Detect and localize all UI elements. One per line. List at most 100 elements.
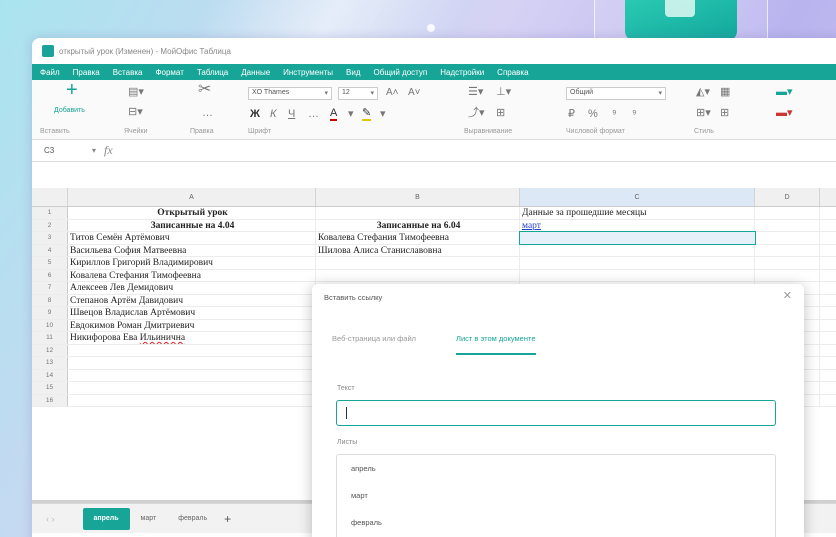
- cell-e[interactable]: [820, 257, 836, 269]
- conditional-format-icon[interactable]: ▬▾: [776, 107, 793, 119]
- cell-b[interactable]: [316, 257, 520, 269]
- cell-e[interactable]: [820, 295, 836, 307]
- menu-file[interactable]: Файл: [40, 68, 60, 77]
- cell-e[interactable]: [820, 320, 836, 332]
- cell-a[interactable]: Титов Семён Артёмович: [68, 232, 316, 244]
- menu-tools[interactable]: Инструменты: [283, 68, 333, 77]
- cell-a[interactable]: Швецов Владислав Артёмович: [68, 307, 316, 319]
- all-borders-icon[interactable]: ⊞: [720, 107, 729, 119]
- close-icon[interactable]: ✕: [783, 289, 792, 302]
- merge-cells-icon[interactable]: ⊞: [496, 107, 505, 119]
- row-number[interactable]: 3: [32, 232, 68, 244]
- cell-a[interactable]: [68, 357, 316, 369]
- cell-c[interactable]: март: [520, 219, 755, 231]
- table-icon[interactable]: ▤▾: [128, 86, 144, 98]
- tab-sheet-in-document[interactable]: Лист в этом документе: [456, 334, 536, 355]
- cell-d[interactable]: [755, 244, 820, 256]
- bold-icon[interactable]: Ж: [250, 108, 260, 120]
- cell-d[interactable]: [755, 232, 820, 244]
- decimal-decrease-icon[interactable]: ⁹: [632, 108, 637, 120]
- cell-reference[interactable]: C3: [32, 146, 92, 155]
- column-header-b[interactable]: B: [316, 188, 520, 206]
- cell-b[interactable]: [316, 207, 520, 219]
- cell-e[interactable]: [820, 332, 836, 344]
- cut-scissors-icon[interactable]: ✂: [198, 82, 211, 98]
- sheet-tab-march[interactable]: март: [130, 508, 168, 530]
- row-number[interactable]: 2: [32, 219, 68, 231]
- cell-a[interactable]: [68, 394, 316, 406]
- cell-c[interactable]: Данные за прошедшие месяцы: [520, 207, 755, 219]
- cell-e[interactable]: [820, 245, 836, 257]
- fill-color-icon[interactable]: ◭▾: [696, 86, 710, 98]
- cell-e[interactable]: [820, 232, 836, 244]
- highlight-dropdown-icon[interactable]: ▾: [380, 108, 386, 120]
- cell-a[interactable]: Ковалева Стефания Тимофеевна: [68, 269, 316, 281]
- row-number[interactable]: 16: [32, 394, 68, 406]
- row-number[interactable]: 4: [32, 244, 68, 256]
- column-header-a[interactable]: A: [68, 188, 316, 206]
- sheet-option-march[interactable]: март: [337, 482, 775, 509]
- link-text-input[interactable]: [336, 400, 776, 426]
- hyperlink[interactable]: март: [522, 221, 541, 231]
- select-all-corner[interactable]: [32, 188, 68, 206]
- menu-format[interactable]: Формат: [155, 68, 183, 77]
- cell-c[interactable]: [519, 231, 756, 245]
- decrease-font-icon[interactable]: A˅: [408, 87, 421, 99]
- column-header-d[interactable]: D: [755, 188, 820, 206]
- menu-view[interactable]: Вид: [346, 68, 360, 77]
- cell-a[interactable]: Записанные на 4.04: [68, 219, 316, 231]
- menu-addons[interactable]: Надстройки: [440, 68, 484, 77]
- sheet-option-february[interactable]: февраль: [337, 509, 775, 536]
- cell-e[interactable]: [820, 282, 836, 294]
- cell-ref-dropdown-icon[interactable]: ▾: [92, 146, 96, 155]
- more-font-icon[interactable]: …: [308, 108, 319, 120]
- cell-c[interactable]: [520, 244, 755, 256]
- underline-icon[interactable]: Ч: [288, 108, 295, 120]
- cell-c[interactable]: [520, 269, 755, 281]
- cell-e[interactable]: [820, 207, 836, 219]
- highlight-icon[interactable]: ✎: [362, 107, 372, 121]
- cell-e[interactable]: [820, 395, 836, 407]
- cell-a[interactable]: Кириллов Григорий Владимирович: [68, 257, 316, 269]
- sheet-nav-arrows-icon[interactable]: ‹ ›: [46, 514, 55, 524]
- currency-icon[interactable]: ₽: [568, 108, 575, 120]
- cell-b[interactable]: Ковалева Стефания Тимофеевна: [316, 232, 520, 244]
- menu-table[interactable]: Таблица: [197, 68, 228, 77]
- cell-d[interactable]: [755, 207, 820, 219]
- row-number[interactable]: 10: [32, 319, 68, 331]
- font-color-icon[interactable]: A: [330, 107, 338, 121]
- increase-font-icon[interactable]: A˄: [386, 87, 399, 99]
- cell-b[interactable]: [316, 269, 520, 281]
- cell-d[interactable]: [755, 219, 820, 231]
- cell-a[interactable]: [68, 344, 316, 356]
- cell-b[interactable]: Шилова Алиса Станиславовна: [316, 244, 520, 256]
- italic-icon[interactable]: К: [270, 108, 276, 120]
- cell-e[interactable]: [820, 357, 836, 369]
- cell-a[interactable]: Степанов Артём Давидович: [68, 294, 316, 306]
- row-number[interactable]: 15: [32, 382, 68, 394]
- menu-data[interactable]: Данные: [241, 68, 270, 77]
- cell-e[interactable]: [820, 307, 836, 319]
- menu-sharing[interactable]: Общий доступ: [374, 68, 428, 77]
- more-icon[interactable]: …: [202, 107, 213, 119]
- cell-d[interactable]: [755, 269, 820, 281]
- cell-e[interactable]: [820, 370, 836, 382]
- sheet-tab-february[interactable]: февраль: [167, 508, 218, 530]
- cell-a[interactable]: Открытый урок: [68, 207, 316, 219]
- cell-c[interactable]: [520, 257, 755, 269]
- cell-e[interactable]: [820, 220, 836, 232]
- cell-e[interactable]: [820, 270, 836, 282]
- valign-bottom-icon[interactable]: ⊥▾: [496, 86, 511, 98]
- cell-a[interactable]: Алексеев Лев Демидович: [68, 282, 316, 294]
- row-number[interactable]: 5: [32, 257, 68, 269]
- row-number[interactable]: 1: [32, 207, 68, 219]
- text-rotate-icon[interactable]: ⤴▾: [468, 107, 485, 119]
- column-header-c[interactable]: C: [520, 188, 755, 206]
- cell-a[interactable]: Васильева София Матвеевна: [68, 244, 316, 256]
- row-number[interactable]: 14: [32, 369, 68, 381]
- row-number[interactable]: 6: [32, 269, 68, 281]
- grid-style-icon[interactable]: ▦: [720, 86, 730, 98]
- menu-help[interactable]: Справка: [497, 68, 528, 77]
- cell-b[interactable]: Записанные на 6.04: [316, 219, 520, 231]
- row-number[interactable]: 13: [32, 357, 68, 369]
